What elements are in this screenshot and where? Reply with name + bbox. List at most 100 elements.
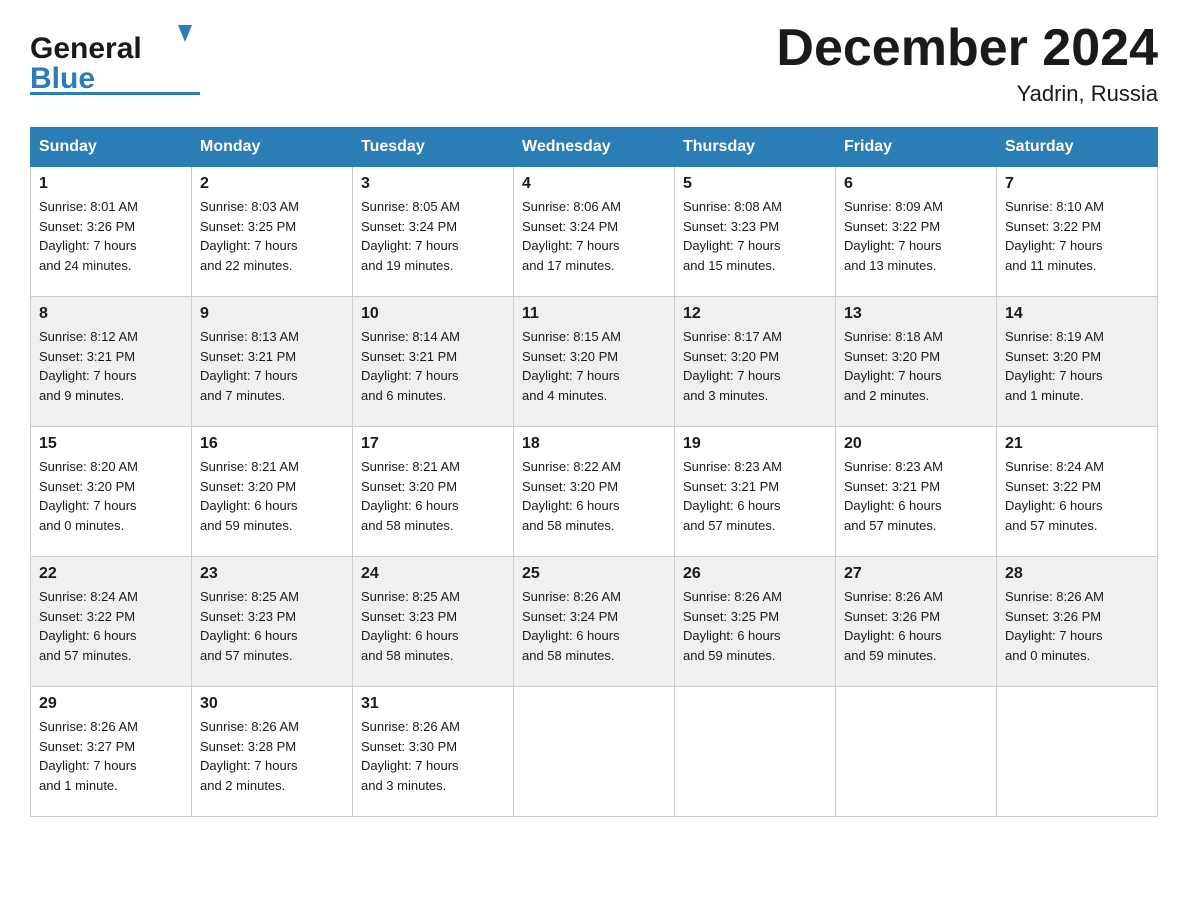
- calendar-day-cell: [514, 687, 675, 817]
- calendar-day-cell: 9 Sunrise: 8:13 AMSunset: 3:21 PMDayligh…: [192, 297, 353, 427]
- calendar-day-cell: 17 Sunrise: 8:21 AMSunset: 3:20 PMDaylig…: [353, 427, 514, 557]
- logo: General Blue: [30, 20, 200, 95]
- calendar-day-cell: 14 Sunrise: 8:19 AMSunset: 3:20 PMDaylig…: [997, 297, 1158, 427]
- calendar-day-cell: 6 Sunrise: 8:09 AMSunset: 3:22 PMDayligh…: [836, 167, 997, 297]
- day-info: Sunrise: 8:09 AMSunset: 3:22 PMDaylight:…: [844, 199, 943, 273]
- day-info: Sunrise: 8:26 AMSunset: 3:26 PMDaylight:…: [1005, 589, 1104, 663]
- day-info: Sunrise: 8:01 AMSunset: 3:26 PMDaylight:…: [39, 199, 138, 273]
- calendar-title: December 2024: [776, 20, 1158, 77]
- col-wednesday: Wednesday: [514, 128, 675, 167]
- day-info: Sunrise: 8:15 AMSunset: 3:20 PMDaylight:…: [522, 329, 621, 403]
- day-number: 29: [39, 695, 183, 713]
- calendar-day-cell: 22 Sunrise: 8:24 AMSunset: 3:22 PMDaylig…: [31, 557, 192, 687]
- calendar-day-cell: 10 Sunrise: 8:14 AMSunset: 3:21 PMDaylig…: [353, 297, 514, 427]
- day-number: 14: [1005, 305, 1149, 323]
- day-number: 30: [200, 695, 344, 713]
- day-number: 6: [844, 175, 988, 193]
- day-number: 5: [683, 175, 827, 193]
- day-number: 11: [522, 305, 666, 323]
- day-number: 7: [1005, 175, 1149, 193]
- day-number: 10: [361, 305, 505, 323]
- day-info: Sunrise: 8:18 AMSunset: 3:20 PMDaylight:…: [844, 329, 943, 403]
- day-info: Sunrise: 8:05 AMSunset: 3:24 PMDaylight:…: [361, 199, 460, 273]
- day-number: 9: [200, 305, 344, 323]
- svg-text:General: General: [30, 32, 142, 65]
- day-info: Sunrise: 8:06 AMSunset: 3:24 PMDaylight:…: [522, 199, 621, 273]
- day-info: Sunrise: 8:22 AMSunset: 3:20 PMDaylight:…: [522, 459, 621, 533]
- calendar-day-cell: 11 Sunrise: 8:15 AMSunset: 3:20 PMDaylig…: [514, 297, 675, 427]
- day-info: Sunrise: 8:26 AMSunset: 3:26 PMDaylight:…: [844, 589, 943, 663]
- day-info: Sunrise: 8:08 AMSunset: 3:23 PMDaylight:…: [683, 199, 782, 273]
- day-info: Sunrise: 8:21 AMSunset: 3:20 PMDaylight:…: [200, 459, 299, 533]
- calendar-week-row: 22 Sunrise: 8:24 AMSunset: 3:22 PMDaylig…: [31, 557, 1158, 687]
- day-number: 13: [844, 305, 988, 323]
- calendar-day-cell: 13 Sunrise: 8:18 AMSunset: 3:20 PMDaylig…: [836, 297, 997, 427]
- day-number: 24: [361, 565, 505, 583]
- calendar-week-row: 1 Sunrise: 8:01 AMSunset: 3:26 PMDayligh…: [31, 167, 1158, 297]
- day-number: 21: [1005, 435, 1149, 453]
- day-info: Sunrise: 8:17 AMSunset: 3:20 PMDaylight:…: [683, 329, 782, 403]
- calendar-week-row: 15 Sunrise: 8:20 AMSunset: 3:20 PMDaylig…: [31, 427, 1158, 557]
- calendar-day-cell: 21 Sunrise: 8:24 AMSunset: 3:22 PMDaylig…: [997, 427, 1158, 557]
- calendar-day-cell: [836, 687, 997, 817]
- calendar-day-cell: 24 Sunrise: 8:25 AMSunset: 3:23 PMDaylig…: [353, 557, 514, 687]
- day-number: 4: [522, 175, 666, 193]
- day-info: Sunrise: 8:23 AMSunset: 3:21 PMDaylight:…: [844, 459, 943, 533]
- col-friday: Friday: [836, 128, 997, 167]
- calendar-day-cell: 30 Sunrise: 8:26 AMSunset: 3:28 PMDaylig…: [192, 687, 353, 817]
- calendar-subtitle: Yadrin, Russia: [776, 81, 1158, 107]
- day-number: 1: [39, 175, 183, 193]
- svg-text:Blue: Blue: [30, 62, 95, 95]
- col-sunday: Sunday: [31, 128, 192, 167]
- day-info: Sunrise: 8:26 AMSunset: 3:28 PMDaylight:…: [200, 719, 299, 793]
- day-info: Sunrise: 8:25 AMSunset: 3:23 PMDaylight:…: [200, 589, 299, 663]
- day-number: 28: [1005, 565, 1149, 583]
- day-number: 22: [39, 565, 183, 583]
- calendar-day-cell: 15 Sunrise: 8:20 AMSunset: 3:20 PMDaylig…: [31, 427, 192, 557]
- day-info: Sunrise: 8:03 AMSunset: 3:25 PMDaylight:…: [200, 199, 299, 273]
- day-info: Sunrise: 8:19 AMSunset: 3:20 PMDaylight:…: [1005, 329, 1104, 403]
- day-info: Sunrise: 8:24 AMSunset: 3:22 PMDaylight:…: [39, 589, 138, 663]
- title-area: December 2024 Yadrin, Russia: [776, 20, 1158, 107]
- calendar-day-cell: 12 Sunrise: 8:17 AMSunset: 3:20 PMDaylig…: [675, 297, 836, 427]
- col-monday: Monday: [192, 128, 353, 167]
- day-number: 16: [200, 435, 344, 453]
- calendar-day-cell: 8 Sunrise: 8:12 AMSunset: 3:21 PMDayligh…: [31, 297, 192, 427]
- calendar-day-cell: 28 Sunrise: 8:26 AMSunset: 3:26 PMDaylig…: [997, 557, 1158, 687]
- calendar-day-cell: 19 Sunrise: 8:23 AMSunset: 3:21 PMDaylig…: [675, 427, 836, 557]
- calendar-day-cell: 25 Sunrise: 8:26 AMSunset: 3:24 PMDaylig…: [514, 557, 675, 687]
- col-tuesday: Tuesday: [353, 128, 514, 167]
- day-info: Sunrise: 8:26 AMSunset: 3:25 PMDaylight:…: [683, 589, 782, 663]
- day-number: 17: [361, 435, 505, 453]
- day-info: Sunrise: 8:14 AMSunset: 3:21 PMDaylight:…: [361, 329, 460, 403]
- calendar-day-cell: 23 Sunrise: 8:25 AMSunset: 3:23 PMDaylig…: [192, 557, 353, 687]
- day-info: Sunrise: 8:10 AMSunset: 3:22 PMDaylight:…: [1005, 199, 1104, 273]
- calendar-day-cell: 5 Sunrise: 8:08 AMSunset: 3:23 PMDayligh…: [675, 167, 836, 297]
- day-number: 8: [39, 305, 183, 323]
- day-info: Sunrise: 8:25 AMSunset: 3:23 PMDaylight:…: [361, 589, 460, 663]
- calendar-day-cell: [997, 687, 1158, 817]
- calendar-day-cell: 3 Sunrise: 8:05 AMSunset: 3:24 PMDayligh…: [353, 167, 514, 297]
- day-number: 15: [39, 435, 183, 453]
- day-number: 26: [683, 565, 827, 583]
- calendar-week-row: 29 Sunrise: 8:26 AMSunset: 3:27 PMDaylig…: [31, 687, 1158, 817]
- calendar-day-cell: 26 Sunrise: 8:26 AMSunset: 3:25 PMDaylig…: [675, 557, 836, 687]
- calendar-day-cell: 27 Sunrise: 8:26 AMSunset: 3:26 PMDaylig…: [836, 557, 997, 687]
- day-number: 31: [361, 695, 505, 713]
- calendar-day-cell: 7 Sunrise: 8:10 AMSunset: 3:22 PMDayligh…: [997, 167, 1158, 297]
- day-number: 3: [361, 175, 505, 193]
- calendar-day-cell: 31 Sunrise: 8:26 AMSunset: 3:30 PMDaylig…: [353, 687, 514, 817]
- day-number: 19: [683, 435, 827, 453]
- day-number: 12: [683, 305, 827, 323]
- day-number: 27: [844, 565, 988, 583]
- calendar-day-cell: 20 Sunrise: 8:23 AMSunset: 3:21 PMDaylig…: [836, 427, 997, 557]
- page-header: General Blue December 2024 Yadrin, Russi…: [30, 20, 1158, 107]
- day-info: Sunrise: 8:12 AMSunset: 3:21 PMDaylight:…: [39, 329, 138, 403]
- day-info: Sunrise: 8:20 AMSunset: 3:20 PMDaylight:…: [39, 459, 138, 533]
- calendar-day-cell: 2 Sunrise: 8:03 AMSunset: 3:25 PMDayligh…: [192, 167, 353, 297]
- day-info: Sunrise: 8:26 AMSunset: 3:30 PMDaylight:…: [361, 719, 460, 793]
- day-number: 18: [522, 435, 666, 453]
- day-info: Sunrise: 8:24 AMSunset: 3:22 PMDaylight:…: [1005, 459, 1104, 533]
- day-info: Sunrise: 8:23 AMSunset: 3:21 PMDaylight:…: [683, 459, 782, 533]
- col-thursday: Thursday: [675, 128, 836, 167]
